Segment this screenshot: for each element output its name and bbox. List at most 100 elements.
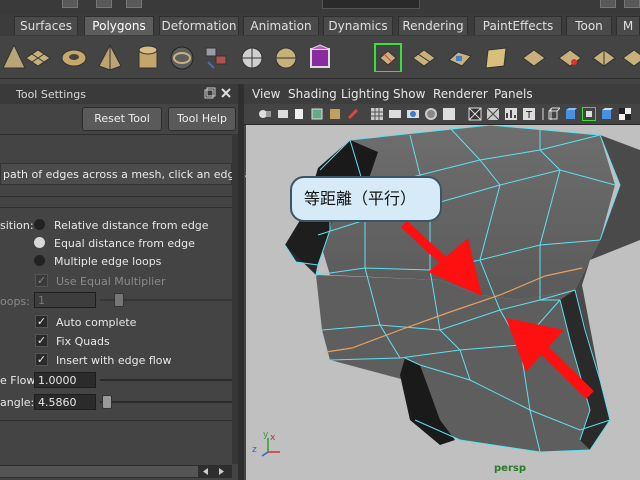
menu-view[interactable]: View: [252, 87, 280, 101]
use-equal-multiplier-checkbox[interactable]: ✓: [35, 274, 48, 287]
radio-multiple-loops[interactable]: [34, 255, 45, 266]
top-strip-button[interactable]: [624, 0, 640, 8]
tab-toon[interactable]: Toon: [566, 16, 612, 35]
film-gate-icon[interactable]: [388, 107, 402, 121]
top-strip-button[interactable]: [126, 0, 142, 8]
tab-dynamics[interactable]: Dynamics: [323, 16, 393, 35]
tab-animation[interactable]: Animation: [243, 16, 319, 35]
tab-rendering[interactable]: Rendering: [398, 16, 468, 35]
merge-vertex-icon[interactable]: [556, 42, 584, 72]
radio-relative-distance[interactable]: [34, 219, 45, 230]
smooth-shade-icon[interactable]: [564, 107, 578, 121]
resolution-gate-icon[interactable]: [406, 107, 420, 121]
poly-plane-icon[interactable]: [24, 42, 52, 72]
camera-attributes-icon[interactable]: [276, 107, 290, 121]
fix-quads-label: Fix Quads: [56, 335, 110, 348]
poly-smooth-icon[interactable]: [272, 42, 300, 72]
poly-pyramid-icon[interactable]: [96, 42, 124, 72]
tab-more[interactable]: M: [616, 16, 640, 35]
poly-separate-icon[interactable]: [238, 42, 266, 72]
camera-icon[interactable]: [258, 107, 272, 121]
top-strip-field[interactable]: [322, 0, 420, 9]
radio-multiple-label: Multiple edge loops: [54, 255, 162, 268]
poly-pipe-icon[interactable]: [134, 42, 162, 72]
loops-slider-handle[interactable]: [114, 293, 124, 307]
menu-lighting[interactable]: Lighting: [341, 87, 390, 101]
scroll-left-icon[interactable]: [200, 466, 211, 477]
tool-settings-title: Tool Settings: [16, 88, 86, 101]
close-icon[interactable]: [220, 87, 232, 99]
reset-tool-button[interactable]: Reset Tool: [82, 107, 162, 131]
auto-complete-checkbox[interactable]: ✓: [35, 315, 48, 328]
insert-edge-flow-label: Insert with edge flow: [56, 354, 172, 367]
image-plane-icon[interactable]: [310, 107, 324, 121]
svg-text:T: T: [525, 110, 533, 121]
gate-mask-icon[interactable]: [424, 107, 438, 121]
bookmark-icon[interactable]: [292, 107, 306, 121]
insert-edge-loop-icon[interactable]: [374, 42, 402, 72]
poly-append-icon[interactable]: [620, 42, 640, 72]
viewport-menubar: View Shading Lighting Show Renderer Pane…: [244, 84, 640, 104]
tab-painteffects[interactable]: PaintEffects: [474, 16, 562, 35]
poly-torus-icon[interactable]: [60, 42, 88, 72]
tab-polygons[interactable]: Polygons: [84, 16, 154, 35]
flow-slider[interactable]: [100, 379, 232, 381]
extrude-face-icon[interactable]: [446, 42, 474, 72]
axis-x-label: x: [270, 433, 276, 443]
split-polygon-icon[interactable]: [410, 42, 438, 72]
radio-equal-distance[interactable]: [34, 237, 45, 248]
axis-z-label: z: [252, 445, 257, 455]
divider: [0, 420, 232, 421]
menu-shading[interactable]: Shading: [288, 87, 337, 101]
top-menu-strip: [0, 0, 640, 14]
camera-name-label: persp: [494, 463, 526, 474]
loops-label: oops:: [0, 295, 30, 308]
horizontal-scrollbar[interactable]: [0, 465, 232, 478]
use-equal-multiplier-label: Use Equal Multiplier: [56, 275, 166, 288]
text-overlay-icon[interactable]: T: [522, 107, 536, 121]
grid-icon[interactable]: [370, 107, 384, 121]
float-panel-icon[interactable]: [204, 87, 216, 99]
tab-deformation[interactable]: Deformation: [159, 16, 239, 35]
flow-label: e Flow: [0, 374, 36, 387]
tool-help-button[interactable]: Tool Help: [168, 107, 236, 131]
tool-settings-titlebar: Tool Settings: [0, 84, 238, 104]
flow-field[interactable]: 1.0000: [34, 372, 96, 388]
pen-icon[interactable]: [346, 107, 360, 121]
angle-slider[interactable]: [100, 401, 232, 403]
pane-divider[interactable]: [238, 84, 244, 480]
tab-surfaces[interactable]: Surfaces: [14, 16, 78, 35]
field-chart-icon[interactable]: [504, 107, 518, 121]
insert-edge-flow-checkbox[interactable]: ✓: [35, 353, 48, 366]
extrude-edge-icon[interactable]: [482, 42, 510, 72]
wireframe-shading-icon[interactable]: [468, 107, 482, 121]
poly-wedge-icon[interactable]: [590, 42, 618, 72]
poly-cube-icon[interactable]: [306, 42, 334, 72]
angle-slider-handle[interactable]: [102, 395, 112, 409]
top-strip-button[interactable]: [600, 0, 616, 8]
menu-renderer[interactable]: Renderer: [433, 87, 488, 101]
grease-pencil-icon[interactable]: [328, 107, 342, 121]
wireframe-on-shaded-icon[interactable]: [582, 107, 596, 121]
polygon-shelf: [0, 36, 640, 79]
poly-combine-icon[interactable]: [202, 42, 230, 72]
scroll-right-icon[interactable]: [216, 466, 227, 477]
poly-helix-icon[interactable]: [168, 42, 196, 72]
textured-cube-icon[interactable]: [600, 107, 614, 121]
safe-action-icon[interactable]: [442, 107, 456, 121]
scrollbar-thumb[interactable]: [0, 466, 198, 477]
fix-quads-checkbox[interactable]: ✓: [35, 334, 48, 347]
menu-show[interactable]: Show: [393, 87, 425, 101]
menu-panels[interactable]: Panels: [494, 87, 533, 101]
axis-y-label: y: [263, 430, 269, 440]
divider: [0, 196, 232, 197]
wireframe-cube-icon[interactable]: [546, 107, 560, 121]
bevel-icon[interactable]: [520, 42, 548, 72]
checker-icon[interactable]: [618, 107, 632, 121]
top-strip-button[interactable]: [62, 0, 78, 8]
xray-icon[interactable]: [486, 107, 500, 121]
loops-field[interactable]: 1: [34, 292, 96, 308]
top-strip-button[interactable]: [96, 0, 112, 8]
divider: [0, 207, 232, 208]
angle-field[interactable]: 4.5860: [34, 394, 96, 410]
